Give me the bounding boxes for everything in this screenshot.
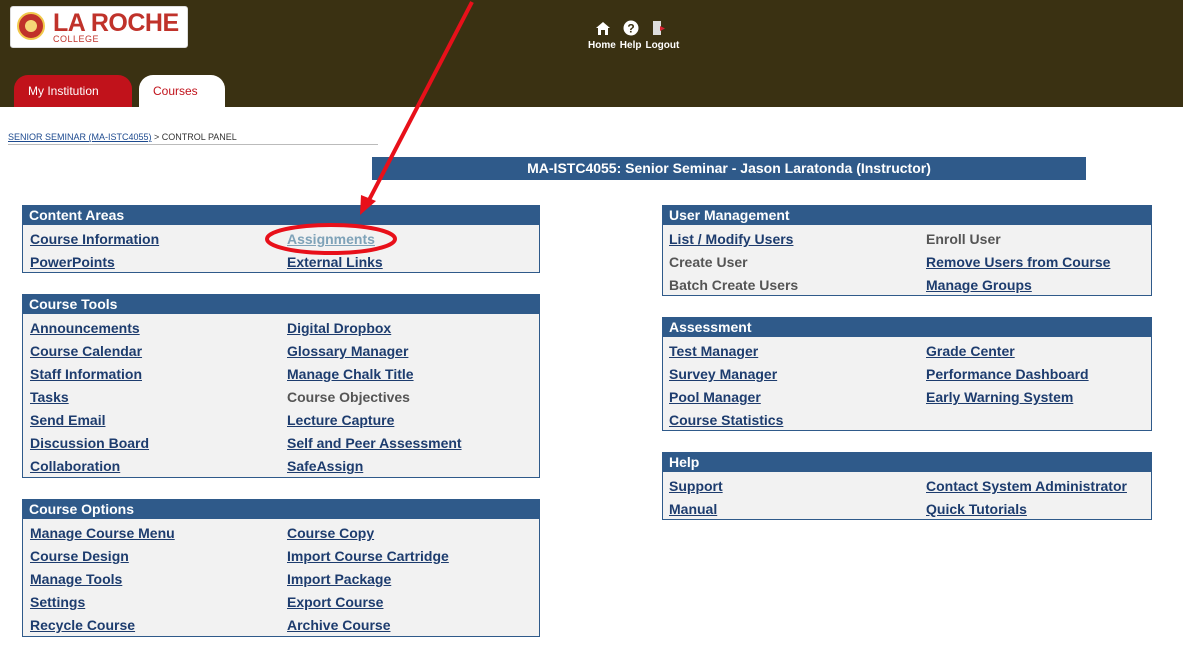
quick-tutorials-link[interactable]: Quick Tutorials [926, 501, 1027, 517]
course-copy-link[interactable]: Course Copy [287, 525, 374, 541]
help-link[interactable]: Help [620, 40, 642, 51]
send-email-link[interactable]: Send Email [30, 412, 105, 428]
course-options-header: Course Options [23, 500, 539, 519]
manage-chalk-title-link[interactable]: Manage Chalk Title [287, 366, 414, 382]
remove-users-from-course-link[interactable]: Remove Users from Course [926, 254, 1110, 270]
recycle-course-link[interactable]: Recycle Course [30, 617, 135, 633]
assessment-panel: Assessment Test Manager Grade Center Sur… [662, 317, 1152, 431]
manual-link[interactable]: Manual [669, 501, 717, 517]
glossary-manager-link[interactable]: Glossary Manager [287, 343, 408, 359]
home-link[interactable]: Home [588, 40, 616, 51]
collaboration-link[interactable]: Collaboration [30, 458, 120, 474]
digital-dropbox-link[interactable]: Digital Dropbox [287, 320, 391, 336]
archive-course-link[interactable]: Archive Course [287, 617, 390, 633]
manage-groups-link[interactable]: Manage Groups [926, 277, 1032, 293]
college-seal-icon [17, 12, 45, 40]
assignments-link[interactable]: Assignments [287, 231, 375, 247]
powerpoints-link[interactable]: PowerPoints [30, 254, 115, 270]
lecture-capture-link[interactable]: Lecture Capture [287, 412, 394, 428]
college-logo[interactable]: LA ROCHE COLLEGE [10, 6, 188, 48]
announcements-link[interactable]: Announcements [30, 320, 140, 336]
help-icon[interactable]: ? [622, 20, 640, 36]
safeassign-link[interactable]: SafeAssign [287, 458, 363, 474]
course-design-link[interactable]: Course Design [30, 548, 129, 564]
logo-subtitle: COLLEGE [53, 34, 100, 44]
performance-dashboard-link[interactable]: Performance Dashboard [926, 366, 1089, 382]
breadcrumb-current: CONTROL PANEL [161, 132, 237, 142]
course-information-link[interactable]: Course Information [30, 231, 159, 247]
manage-course-menu-link[interactable]: Manage Course Menu [30, 525, 175, 541]
export-course-link[interactable]: Export Course [287, 594, 383, 610]
course-tools-panel: Course Tools Announcements Digital Dropb… [22, 294, 540, 478]
course-tools-header: Course Tools [23, 295, 539, 314]
content-areas-panel: Content Areas Course Information Assignm… [22, 205, 540, 273]
import-package-link[interactable]: Import Package [287, 571, 391, 587]
breadcrumb: SENIOR SEMINAR (MA-ISTC4055) > CONTROL P… [8, 132, 378, 145]
help-panel: Help Support Contact System Administrato… [662, 452, 1152, 520]
enroll-user-label: Enroll User [926, 231, 1001, 247]
course-statistics-link[interactable]: Course Statistics [669, 412, 783, 428]
user-management-header: User Management [663, 206, 1151, 225]
top-header-bar: LA ROCHE COLLEGE ? Home Help Logout My I… [0, 0, 1183, 107]
page-title: MA-ISTC4055: Senior Seminar - Jason Lara… [372, 157, 1086, 180]
discussion-board-link[interactable]: Discussion Board [30, 435, 149, 451]
contact-system-administrator-link[interactable]: Contact System Administrator [926, 478, 1127, 494]
manage-tools-link[interactable]: Manage Tools [30, 571, 122, 587]
home-icon[interactable] [594, 20, 612, 36]
import-course-cartridge-link[interactable]: Import Course Cartridge [287, 548, 449, 564]
support-link[interactable]: Support [669, 478, 723, 494]
create-user-label: Create User [669, 254, 748, 270]
svg-text:?: ? [627, 22, 634, 36]
breadcrumb-separator: > [151, 132, 162, 142]
test-manager-link[interactable]: Test Manager [669, 343, 758, 359]
list-modify-users-link[interactable]: List / Modify Users [669, 231, 793, 247]
assessment-header: Assessment [663, 318, 1151, 337]
breadcrumb-course-link[interactable]: SENIOR SEMINAR (MA-ISTC4055) [8, 132, 152, 142]
pool-manager-link[interactable]: Pool Manager [669, 389, 761, 405]
course-objectives-label: Course Objectives [287, 389, 410, 405]
help-header: Help [663, 453, 1151, 472]
course-calendar-link[interactable]: Course Calendar [30, 343, 142, 359]
staff-information-link[interactable]: Staff Information [30, 366, 142, 382]
tasks-link[interactable]: Tasks [30, 389, 69, 405]
settings-link[interactable]: Settings [30, 594, 85, 610]
tab-my-institution[interactable]: My Institution [14, 75, 132, 107]
top-navigation: ? Home Help Logout [588, 20, 708, 51]
tab-courses[interactable]: Courses [139, 75, 225, 107]
logout-link[interactable]: Logout [645, 40, 679, 51]
user-management-panel: User Management List / Modify Users Enro… [662, 205, 1152, 296]
self-and-peer-assessment-link[interactable]: Self and Peer Assessment [287, 435, 462, 451]
batch-create-users-label: Batch Create Users [669, 277, 799, 293]
grade-center-link[interactable]: Grade Center [926, 343, 1015, 359]
course-options-panel: Course Options Manage Course Menu Course… [22, 499, 540, 637]
content-areas-header: Content Areas [23, 206, 539, 225]
external-links-link[interactable]: External Links [287, 254, 383, 270]
early-warning-system-link[interactable]: Early Warning System [926, 389, 1073, 405]
logout-icon[interactable] [650, 20, 668, 36]
survey-manager-link[interactable]: Survey Manager [669, 366, 777, 382]
